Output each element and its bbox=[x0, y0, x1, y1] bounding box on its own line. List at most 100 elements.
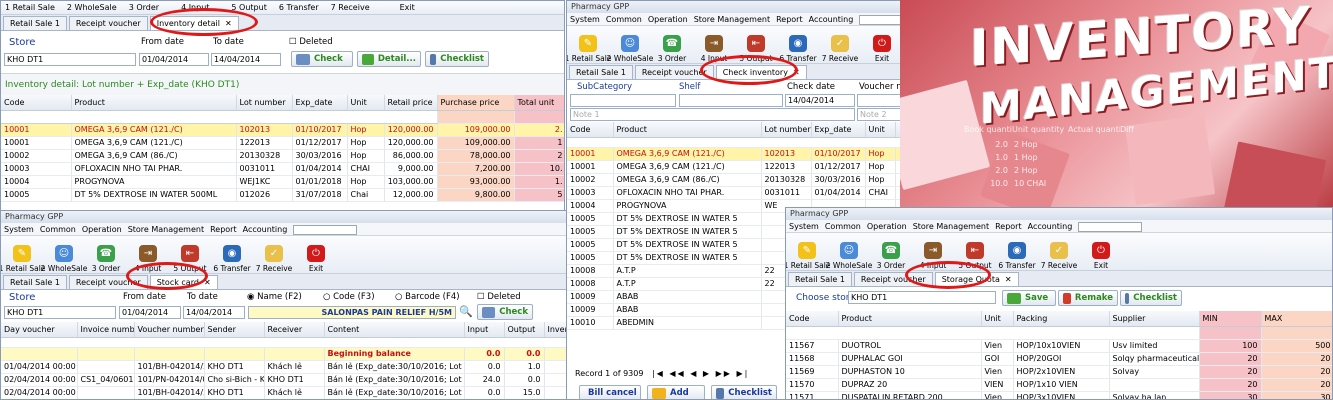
tab-retail-sale[interactable]: Retail Sale 1 bbox=[569, 65, 633, 79]
column-header[interactable]: Packing bbox=[1013, 311, 1110, 327]
toolbar-receive-button[interactable]: ✓ 7 Receive bbox=[819, 27, 861, 63]
toolbar-transfer-button[interactable]: ◉ 6 Transfer bbox=[996, 234, 1038, 270]
toolbar-receive-button[interactable]: ✓ 7 Receive bbox=[253, 237, 295, 273]
table-row[interactable]: 02/04/2014 00:00CS1_04/0601...101/PN-042… bbox=[1, 373, 567, 387]
toolbar-order-button[interactable]: ☎ 3 Order bbox=[85, 237, 127, 273]
column-header[interactable]: Sender bbox=[204, 322, 265, 338]
add-button[interactable]: Add bbox=[647, 385, 705, 399]
toolbar-input-button[interactable]: ⇥ 4 Input bbox=[127, 237, 169, 273]
column-header[interactable]: Lot number bbox=[236, 95, 293, 111]
store-select[interactable]: KHO DT1 bbox=[4, 306, 116, 319]
toolbar-transfer-button[interactable]: ◉ 6 Transfer bbox=[777, 27, 819, 63]
table-row[interactable]: 1.0 1 Hop bbox=[964, 153, 1144, 166]
menu-item[interactable]: Report bbox=[210, 225, 237, 234]
to-date-input[interactable]: 14/04/2014 bbox=[211, 53, 281, 66]
toolbar-exit-label[interactable]: Exit bbox=[400, 3, 415, 12]
toolbar-exit-button[interactable]: ⏻ Exit bbox=[1080, 234, 1122, 270]
store-select[interactable]: KHO DT1 bbox=[4, 53, 136, 66]
column-header[interactable]: Unit bbox=[981, 311, 1014, 327]
note1-input[interactable]: Note 1 bbox=[570, 108, 855, 121]
checklist-button[interactable]: Checklist bbox=[711, 385, 777, 399]
menu-item[interactable]: Common bbox=[825, 222, 861, 231]
table-row[interactable]: 10.0 10 CHAI bbox=[964, 179, 1144, 192]
menu-item[interactable]: System bbox=[789, 222, 819, 231]
tab-retail-sale[interactable]: Retail Sale 1 bbox=[3, 275, 67, 289]
table-row[interactable]: 10002 OMEGA 3,6,9 CAM (86./C) 20130328 30/0… bbox=[1, 149, 564, 163]
toolbar-output-button[interactable]: ⇤ 5 Output bbox=[735, 27, 777, 63]
tab-receipt-voucher[interactable]: Receipt voucher bbox=[68, 275, 148, 289]
toolbar-transfer-label[interactable]: 6 Transfer bbox=[279, 3, 319, 12]
menu-item[interactable]: Report bbox=[995, 222, 1022, 231]
toolbar-retail-button[interactable]: ✎ 1 Retail Sale bbox=[786, 234, 830, 270]
column-header[interactable]: Product bbox=[71, 95, 237, 111]
menu-item[interactable]: Operation bbox=[867, 222, 907, 231]
column-header[interactable]: Content bbox=[324, 322, 465, 338]
product-search-input[interactable]: SALONPAS PAIN RELIEF H/5M bbox=[248, 306, 456, 319]
from-date-input[interactable]: 01/04/2014 bbox=[139, 53, 209, 66]
table-row[interactable]: 10005 DT 5% DEXTROSE IN WATER 500ML 012026… bbox=[1, 188, 564, 202]
column-header[interactable]: Code bbox=[1, 95, 72, 111]
check-button[interactable]: Check bbox=[291, 51, 353, 67]
toolbar-output-button[interactable]: ⇤ 5 Output bbox=[954, 234, 996, 270]
tab-stock-card[interactable]: Stock card ✕ bbox=[149, 275, 218, 289]
toolbar-input-label[interactable]: 4 Input bbox=[181, 3, 209, 12]
filter-row[interactable] bbox=[786, 326, 1200, 340]
column-header[interactable]: Purchase price bbox=[437, 95, 515, 111]
menu-item[interactable]: Operation bbox=[82, 225, 122, 234]
column-header[interactable]: Code bbox=[786, 311, 839, 327]
menu-item[interactable]: Store Management bbox=[913, 222, 989, 231]
check-date-input[interactable]: 14/04/2014 bbox=[785, 94, 855, 107]
remake-button[interactable]: Remake bbox=[1058, 290, 1118, 306]
detail-button[interactable]: Detail... bbox=[357, 51, 421, 67]
table-row[interactable]: 2.0 2 Hop bbox=[964, 140, 1144, 153]
menu-item[interactable]: Store Management bbox=[128, 225, 204, 234]
toolbar-order-button[interactable]: ☎ 3 Order bbox=[870, 234, 912, 270]
check-button[interactable]: Check bbox=[477, 304, 533, 320]
column-header[interactable]: Output bbox=[504, 322, 545, 338]
table-row[interactable]: 11569 DUPHASTON 10 Vien HOP/2x10VIEN Solvay 2… bbox=[786, 365, 1332, 379]
column-header[interactable]: Exp_date bbox=[292, 95, 348, 111]
close-icon[interactable]: ✕ bbox=[225, 19, 232, 28]
column-header[interactable]: Supplier bbox=[1109, 311, 1200, 327]
toolbar-input-button[interactable]: ⇥ 4 Input bbox=[693, 27, 735, 63]
toolbar-retail-button[interactable]: ✎ 1 Retail Sale bbox=[1, 237, 45, 273]
toolbar-wholesale-button[interactable]: ☺ 2 WholeSale bbox=[41, 237, 87, 273]
column-header[interactable]: Product bbox=[838, 311, 982, 327]
to-date-input[interactable]: 14/04/2014 bbox=[183, 306, 245, 319]
table-row[interactable]: 10001 OMEGA 3,6,9 CAM (121./C) 122013 01/12… bbox=[1, 136, 564, 150]
column-header[interactable]: Input bbox=[464, 322, 505, 338]
column-header[interactable]: Retail price bbox=[384, 95, 438, 111]
column-header[interactable]: Day voucher bbox=[1, 322, 78, 338]
close-icon[interactable]: ✕ bbox=[204, 278, 211, 287]
column-header[interactable]: Unit quantity bbox=[1012, 125, 1068, 140]
tab-retail-sale[interactable]: Retail Sale 1 bbox=[788, 272, 852, 286]
checklist-button[interactable]: Checklist bbox=[425, 51, 489, 67]
menu-item[interactable]: Accounting bbox=[1028, 222, 1073, 231]
record-navigator[interactable]: Record 1 of 9309 |◀ ◀◀ ◀ ▶ ▶▶ ▶| bbox=[575, 369, 749, 378]
search-icon[interactable]: 🔍 bbox=[459, 305, 473, 318]
toolbar-exit-button[interactable]: ⏻ Exit bbox=[295, 237, 337, 273]
toolbar-transfer-button[interactable]: ◉ 6 Transfer bbox=[211, 237, 253, 273]
save-button[interactable]: Save bbox=[1002, 290, 1056, 306]
close-icon[interactable]: ✕ bbox=[793, 68, 800, 77]
menu-item[interactable]: System bbox=[570, 15, 600, 24]
menu-item[interactable]: Accounting bbox=[243, 225, 288, 234]
toolbar-retail-label[interactable]: 1 Retail Sale bbox=[5, 3, 55, 12]
toolbar-wholesale-button[interactable]: ☺ 2 WholeSale bbox=[826, 234, 872, 270]
table-row[interactable]: 11571 DUSPATALIN RETARD 200 Vien HOP/3x10VI… bbox=[786, 391, 1332, 399]
filter-row[interactable] bbox=[1, 337, 567, 348]
column-header[interactable]: Invoice number bbox=[77, 322, 135, 338]
radio-barcode[interactable]: ○ Barcode (F4) bbox=[395, 292, 460, 302]
column-header[interactable]: Book quantity bbox=[964, 125, 1012, 140]
table-row[interactable]: Beginning balance 0.0 0.0 bbox=[1, 347, 567, 361]
column-header[interactable]: Actual quantity bbox=[1068, 125, 1120, 140]
tab-receipt-voucher[interactable]: Receipt voucher bbox=[634, 65, 714, 79]
radio-name[interactable]: ◉ Name (F2) bbox=[247, 292, 302, 302]
checklist-button[interactable]: Checklist bbox=[1120, 290, 1182, 306]
toolbar-exit-button[interactable]: ⏻ Exit bbox=[861, 27, 903, 63]
column-header[interactable]: MIN bbox=[1199, 311, 1262, 327]
table-row[interactable]: 11570 DUPRAZ 20 VIEN HOP/1x10 VIEN 20 20 bbox=[786, 378, 1332, 392]
tab-receipt-voucher[interactable]: Receipt voucher bbox=[853, 272, 933, 286]
nav-arrows-icon[interactable]: |◀ ◀◀ ◀ ▶ ▶▶ ▶| bbox=[652, 369, 749, 378]
table-row[interactable]: 10004 PROGYNOVA WEJ1KC 01/01/2018 Hop 103,000… bbox=[1, 175, 564, 189]
